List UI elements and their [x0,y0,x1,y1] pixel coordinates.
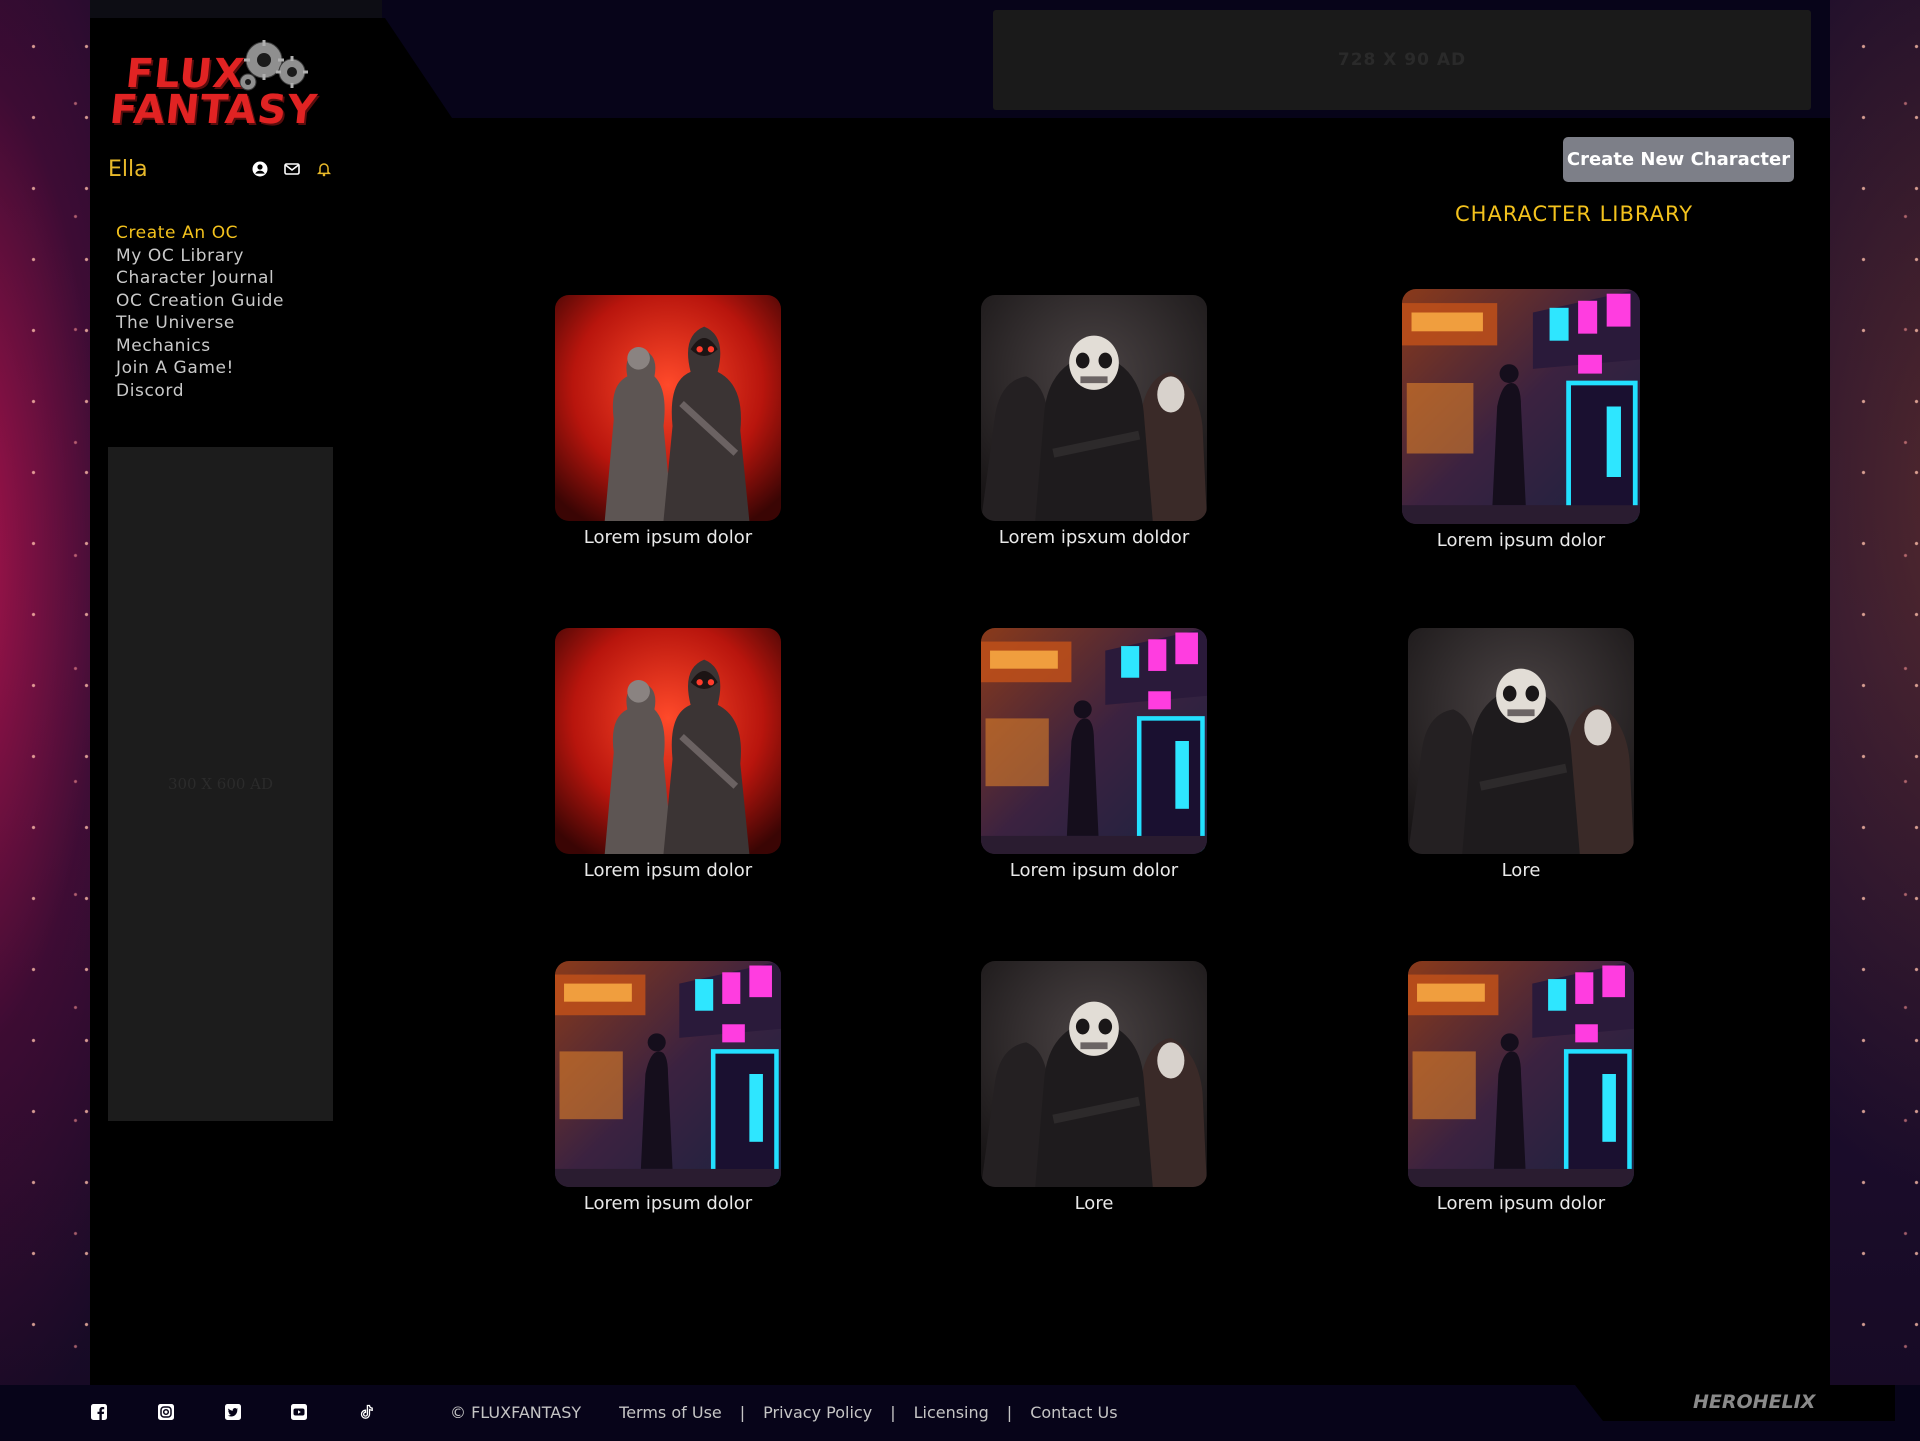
facebook-icon[interactable] [91,1404,107,1420]
footer-separator: | [890,1403,896,1422]
user-actions [252,161,332,177]
username-label: Ella [108,157,148,182]
nav-item-join-a-game[interactable]: Join A Game! [116,357,284,380]
character-caption: Lore [1501,860,1541,881]
character-thumbnail [555,295,781,521]
footer-link-contact[interactable]: Contact Us [1030,1403,1117,1422]
character-card[interactable]: Lorem ipsum dolor [1402,289,1640,551]
character-card[interactable]: Lore [981,961,1207,1214]
character-thumbnail [981,628,1207,854]
site-logo[interactable]: FLUX FANTASY [108,38,319,138]
character-card[interactable]: Lorem ipsum dolor [555,628,781,881]
character-thumbnail [981,295,1207,521]
envelope-icon[interactable] [284,161,300,177]
create-new-character-button[interactable]: Create New Character [1563,137,1794,182]
character-thumbnail [1408,628,1634,854]
youtube-icon[interactable] [291,1404,307,1420]
character-caption: Lore [1074,1193,1114,1214]
character-thumbnail [555,628,781,854]
twitter-icon[interactable] [225,1404,241,1420]
page-title: CHARACTER LIBRARY [1455,202,1694,226]
character-thumbnail [555,961,781,1187]
character-card[interactable]: Lorem ipsxum doldor [981,295,1207,548]
banner-ad-label: 728 X 90 AD [1337,50,1467,70]
footer-links: © FLUXFANTASY Terms of Use | Privacy Pol… [450,1403,1118,1422]
sidebar-ad-placeholder[interactable]: 300 X 600 AD [108,447,333,1121]
background-starfield-left [0,0,90,1441]
sidebar-ad-label: 300 X 600 AD [167,775,274,793]
tiktok-icon[interactable] [358,1404,374,1420]
bell-icon[interactable] [316,161,332,177]
character-thumbnail [981,961,1207,1187]
nav-item-create-an-oc[interactable]: Create An OC [116,222,284,245]
character-card[interactable]: Lore [1408,628,1634,881]
footer-link-terms[interactable]: Terms of Use [619,1403,722,1422]
character-caption: Lorem ipsum dolor [1436,1193,1606,1214]
footer-separator: | [739,1403,746,1422]
character-thumbnail [1402,289,1640,524]
background-starfield-right [1830,0,1920,1441]
sidebar-nav: Create An OC My OC Library Character Jou… [116,222,284,402]
sidebar-top-strip [90,0,382,18]
character-caption: Lorem ipsxum doldor [998,527,1190,548]
character-caption: Lorem ipsum dolor [583,860,753,881]
nav-item-my-oc-library[interactable]: My OC Library [116,245,284,268]
banner-ad-placeholder[interactable]: 728 X 90 AD [993,10,1811,110]
footer-link-licensing[interactable]: Licensing [914,1403,989,1422]
character-caption: Lorem ipsum dolor [583,527,753,548]
nav-item-the-universe[interactable]: The Universe [116,312,284,335]
copyright-text: © FLUXFANTASY [450,1403,582,1422]
character-card[interactable]: Lorem ipsum dolor [555,961,781,1214]
nav-item-discord[interactable]: Discord [116,380,284,403]
character-caption: Lorem ipsum dolor [1009,860,1179,881]
logo-word-fantasy: FANTASY [107,87,320,133]
footer-link-privacy[interactable]: Privacy Policy [763,1403,872,1422]
character-caption: Lorem ipsum dolor [1436,530,1606,551]
instagram-icon[interactable] [158,1404,174,1420]
herohelix-brand-logo[interactable]: HEROHELIX [1693,1391,1815,1413]
nav-item-oc-creation-guide[interactable]: OC Creation Guide [116,290,284,313]
character-card[interactable]: Lorem ipsum dolor [1408,961,1634,1214]
user-circle-icon[interactable] [252,161,268,177]
character-card[interactable]: Lorem ipsum dolor [555,295,781,548]
character-thumbnail [1408,961,1634,1187]
nav-item-character-journal[interactable]: Character Journal [116,267,284,290]
gears-icon [239,40,308,91]
nav-item-mechanics[interactable]: Mechanics [116,335,284,358]
character-caption: Lorem ipsum dolor [583,1193,753,1214]
character-card[interactable]: Lorem ipsum dolor [981,628,1207,881]
footer-separator: | [1006,1403,1013,1422]
